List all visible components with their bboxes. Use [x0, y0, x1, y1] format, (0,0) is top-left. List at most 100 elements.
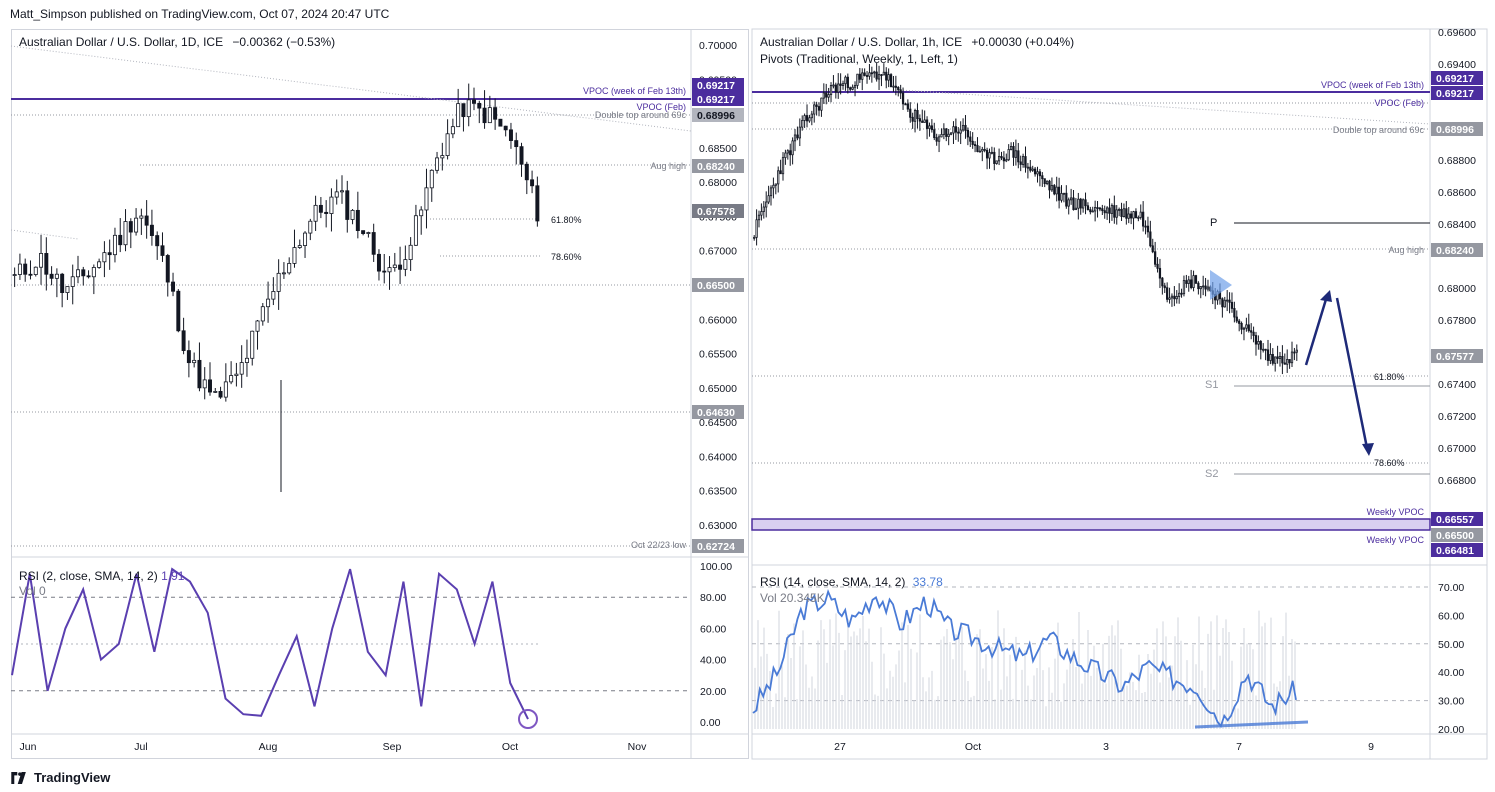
right-candle-body [793, 134, 797, 142]
right-candle-body [820, 97, 823, 111]
right-candle-body [1065, 192, 1068, 207]
right-annotation-fib-786: 78.60% [1374, 458, 1405, 468]
right-candle-body [1134, 211, 1138, 219]
right-candle-body [1041, 175, 1044, 180]
right-rsi-y-tick-label: 40.00 [1438, 667, 1464, 679]
right-candle-body [757, 214, 761, 221]
right-y-tick-label: 0.67800 [1438, 315, 1476, 327]
right-x-tick-label: 3 [1103, 741, 1109, 753]
right-candle-body [1233, 308, 1236, 318]
right-candle-body [832, 84, 835, 87]
right-candle-body [870, 72, 873, 75]
right-candle-body [1132, 211, 1135, 219]
right-candle-body [815, 104, 818, 107]
right-candle-body [1053, 185, 1056, 195]
right-vol-value: 20.345K [780, 591, 825, 605]
right-candle-body [983, 148, 986, 151]
right-candle-body [1264, 348, 1267, 351]
right-candle-body [1274, 356, 1277, 364]
tradingview-footer[interactable]: TradingView [10, 770, 110, 785]
right-candle-body [1194, 275, 1198, 284]
right-candle-body [1057, 186, 1061, 201]
right-rsi-value: 33.78 [912, 575, 943, 589]
right-candle-body [1005, 159, 1008, 162]
right-candle-body [1000, 155, 1003, 159]
right-candle-body [1235, 316, 1238, 322]
right-candle-body [1154, 251, 1157, 265]
right-y-tick-label: 0.67200 [1438, 411, 1476, 423]
right-symbol-legend: Australian Dollar / U.S. Dollar, 1h, ICE [760, 35, 963, 49]
right-price-tag-bg [1431, 86, 1483, 100]
right-candle-body [1130, 213, 1133, 219]
right-candle-body [906, 103, 909, 110]
right-candle-body [841, 83, 845, 86]
right-rsi-label: RSI (14, close, SMA, 14, 2) [760, 575, 906, 589]
right-candle-body [1230, 301, 1234, 309]
right-candle-body [1259, 340, 1262, 350]
right-candle-body [839, 83, 842, 86]
right-candle-body [1199, 286, 1202, 290]
right-candle-body [762, 206, 765, 212]
right-change-value: +0.00030 (+0.04%) [971, 35, 1075, 49]
right-annotation-pivot-p: P [1210, 217, 1217, 229]
right-candle-body [1173, 295, 1176, 300]
right-candle-body [918, 118, 921, 122]
right-candle-body [1106, 207, 1109, 214]
right-candle-body [1218, 291, 1222, 300]
right-candle-body [827, 94, 830, 98]
right-y-tick-label: 0.68400 [1438, 219, 1476, 231]
right-candle-body [1122, 208, 1126, 217]
right-annotation-fib-618: 61.80% [1374, 372, 1405, 382]
right-candle-body [1094, 207, 1097, 212]
right-price-legend: Australian Dollar / U.S. Dollar, 1h, ICE… [760, 35, 1074, 49]
right-candle-body [1069, 197, 1073, 201]
right-candle-body [1187, 279, 1190, 284]
right-candle-body [885, 71, 888, 81]
right-candle-body [899, 89, 902, 94]
right-candle-body [1209, 286, 1212, 292]
right-candle-body [921, 120, 924, 123]
right-candle-body [844, 76, 847, 85]
right-candle-body [1012, 146, 1015, 158]
right-candle-body [988, 152, 991, 159]
right-candle-body [990, 151, 994, 154]
right-x-tick-label: 7 [1236, 741, 1242, 753]
right-candle-body [1149, 231, 1152, 247]
right-candle-body [937, 136, 941, 142]
right-candle-body [791, 140, 794, 156]
left-price-legend: Australian Dollar / U.S. Dollar, 1D, ICE… [19, 35, 335, 49]
right-y-tick-label: 0.66800 [1438, 475, 1476, 487]
right-candle-body [1091, 210, 1094, 213]
right-candle-body [1127, 213, 1130, 219]
right-candle-body [1161, 277, 1164, 287]
right-candle-body [1247, 324, 1250, 332]
right-candle-body [1226, 299, 1229, 302]
right-candle-body [853, 85, 857, 88]
right-candle-body [1216, 291, 1219, 301]
right-candle-body [981, 148, 984, 152]
right-candle-body [1286, 359, 1289, 365]
right-candle-body [760, 211, 763, 216]
right-candle-body [882, 71, 885, 76]
right-price-tag: 0.69217 [1436, 88, 1474, 100]
right-candle-body [1156, 263, 1159, 269]
right-candle-body [1276, 356, 1279, 359]
right-price-tag-bg [1431, 528, 1483, 542]
right-candle-body [1026, 166, 1030, 169]
right-arrow-up-head [1320, 290, 1332, 302]
right-candle-body [1166, 287, 1169, 300]
right-candle-body [911, 116, 914, 122]
right-candle-body [1144, 225, 1147, 228]
left-change-value: −0.00362 (−0.53%) [232, 35, 336, 49]
right-candle-body [1067, 199, 1070, 207]
right-candle-body [1185, 280, 1188, 284]
right-arrow-up [1304, 295, 1329, 366]
right-candle-body [1204, 285, 1207, 290]
right-price-tag-bg [1431, 71, 1483, 85]
right-candle-body [892, 85, 895, 88]
right-candle-body [957, 131, 960, 134]
right-candle-body [964, 124, 967, 131]
right-candle-body [1228, 299, 1231, 303]
right-candle-body [781, 157, 785, 175]
right-candle-body [1043, 178, 1046, 185]
